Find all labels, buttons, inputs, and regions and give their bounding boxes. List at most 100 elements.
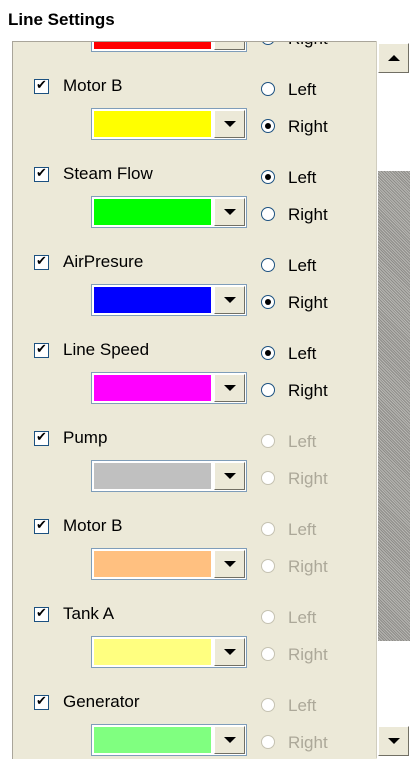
radio-button-icon [261, 647, 275, 661]
line-name-label: Pump [63, 428, 108, 447]
triangle-down-icon [387, 738, 400, 744]
chevron-down-icon [223, 737, 236, 743]
color-dropdown[interactable] [91, 724, 247, 756]
line-setting-item: AirPresure Left Right [13, 246, 377, 334]
color-dropdown[interactable] [91, 196, 247, 228]
radio-right-label: Right [288, 469, 328, 488]
line-setting-item: Right [13, 42, 377, 70]
scroll-thumb[interactable] [378, 171, 410, 641]
radio-button-icon [261, 346, 275, 360]
color-swatch [94, 463, 211, 489]
radio-left-label: Left [288, 344, 317, 363]
radio-button-icon [261, 522, 275, 536]
radio-right-label: Right [288, 645, 328, 664]
radio-button-icon [261, 434, 275, 448]
chevron-down-icon [223, 209, 236, 215]
line-enabled-checkbox[interactable] [34, 165, 49, 182]
chevron-down-icon [223, 649, 236, 655]
color-swatch [94, 199, 211, 225]
radio-button-icon [261, 559, 275, 573]
radio-left-label: Left [288, 520, 317, 539]
radio-button-icon [261, 735, 275, 749]
radio-button-icon [261, 698, 275, 712]
chevron-down-icon [223, 473, 236, 479]
radio-button-icon [261, 471, 275, 485]
dropdown-button[interactable] [214, 726, 245, 754]
color-swatch [94, 42, 211, 49]
color-swatch [94, 111, 211, 137]
color-dropdown[interactable] [91, 108, 247, 140]
dropdown-button[interactable] [214, 42, 245, 50]
radio-right-label: Right [288, 381, 328, 400]
radio-right-label: Right [288, 293, 328, 312]
chevron-down-icon [223, 121, 236, 127]
chevron-down-icon [223, 561, 236, 567]
radio-button-icon [261, 295, 275, 309]
radio-button-icon [261, 119, 275, 133]
scroll-down-button[interactable] [378, 726, 409, 756]
dropdown-button[interactable] [214, 286, 245, 314]
radio-left-label: Left [288, 168, 317, 187]
radio-button-icon [261, 82, 275, 96]
vertical-scrollbar[interactable] [376, 41, 410, 758]
dropdown-button[interactable] [214, 638, 245, 666]
radio-button-icon [261, 42, 275, 45]
line-setting-item: Motor B Left Right [13, 510, 377, 598]
line-enabled-checkbox[interactable] [34, 517, 49, 534]
line-enabled-checkbox[interactable] [34, 77, 49, 94]
radio-left-label: Left [288, 80, 317, 99]
color-swatch [94, 727, 211, 753]
line-settings-panel: Right Motor B Left Right Steam Flow Left Right… [12, 41, 377, 759]
radio-left-label: Left [288, 432, 317, 451]
color-dropdown[interactable] [91, 372, 247, 404]
color-swatch [94, 551, 211, 577]
line-name-label: Steam Flow [63, 164, 153, 183]
line-setting-item: Steam Flow Left Right [13, 158, 377, 246]
line-name-label: Tank A [63, 604, 115, 623]
line-setting-item: Generator Left Right [13, 686, 377, 759]
radio-right-label: Right [288, 733, 328, 752]
radio-button-icon [261, 610, 275, 624]
radio-left-label: Left [288, 608, 317, 627]
radio-left-label: Left [288, 696, 317, 715]
line-enabled-checkbox[interactable] [34, 253, 49, 270]
line-setting-item: Tank A Left Right [13, 598, 377, 686]
color-swatch [94, 375, 211, 401]
radio-right-label: Right [288, 205, 328, 224]
color-swatch [94, 639, 211, 665]
color-dropdown[interactable] [91, 636, 247, 668]
dropdown-button[interactable] [214, 550, 245, 578]
line-enabled-checkbox[interactable] [34, 341, 49, 358]
line-enabled-checkbox[interactable] [34, 429, 49, 446]
color-dropdown[interactable] [91, 42, 247, 52]
color-swatch [94, 287, 211, 313]
radio-left-label: Left [288, 256, 317, 275]
line-name-label: Line Speed [63, 340, 150, 359]
color-dropdown[interactable] [91, 284, 247, 316]
line-name-label: Motor B [63, 516, 123, 535]
chevron-down-icon [223, 297, 236, 303]
radio-right-label: Right [288, 42, 328, 49]
chevron-down-icon [223, 385, 236, 391]
dropdown-button[interactable] [214, 198, 245, 226]
line-setting-item: Line Speed Left Right [13, 334, 377, 422]
radio-right-label: Right [288, 557, 328, 576]
radio-button-icon [261, 207, 275, 221]
line-setting-item: Motor B Left Right [13, 70, 377, 158]
radio-right-label: Right [288, 117, 328, 136]
dropdown-button[interactable] [214, 110, 245, 138]
triangle-up-icon [387, 55, 400, 61]
line-enabled-checkbox[interactable] [34, 605, 49, 622]
dropdown-button[interactable] [214, 462, 245, 490]
line-enabled-checkbox[interactable] [34, 693, 49, 710]
line-name-label: Generator [63, 692, 140, 711]
color-dropdown[interactable] [91, 548, 247, 580]
color-dropdown[interactable] [91, 460, 247, 492]
radio-button-icon [261, 170, 275, 184]
dropdown-button[interactable] [214, 374, 245, 402]
radio-button-icon [261, 258, 275, 272]
scroll-up-button[interactable] [378, 43, 409, 73]
line-setting-item: Pump Left Right [13, 422, 377, 510]
line-name-label: Motor B [63, 76, 123, 95]
radio-button-icon [261, 383, 275, 397]
